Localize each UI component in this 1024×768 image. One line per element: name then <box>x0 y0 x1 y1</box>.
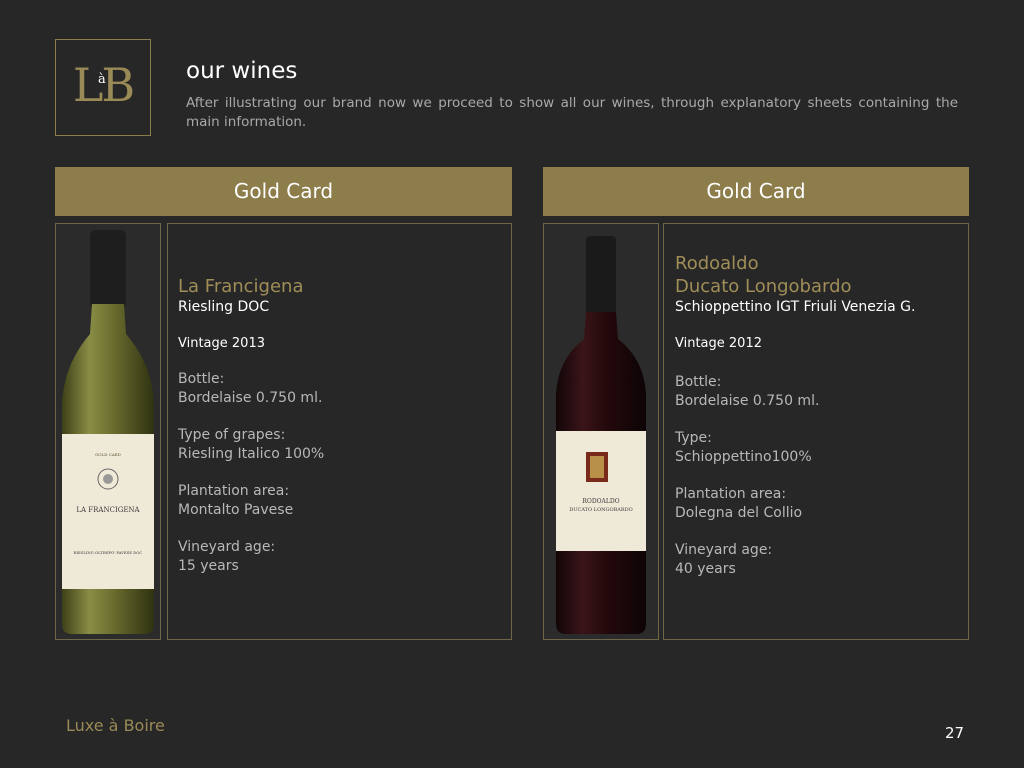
age-label: Vineyard age: <box>178 539 276 555</box>
grapes-label: Type of grapes: <box>178 427 286 443</box>
logo-accent: à <box>98 72 106 87</box>
wine-appellation: Schioppettino IGT Friuli Venezia G. <box>675 299 916 315</box>
bottle-label-name: LA FRANCIGENA <box>76 506 140 514</box>
white-wine-bottle-image: GOLD CARD LA FRANCIGENA RIESLING OLTREPO… <box>62 230 154 634</box>
bottle-label: Bottle: <box>675 374 722 390</box>
wine-appellation: Riesling DOC <box>178 299 270 315</box>
wine-info-1: La Francigena Riesling DOC Vintage 2013 … <box>167 223 512 640</box>
area-value: Montalto Pavese <box>178 502 294 518</box>
grapes-value: Schioppettino100% <box>675 449 812 465</box>
bottle-label-name: RODOALDO <box>582 498 619 505</box>
bottle-label-bottom: RIESLING OLTREPO' PAVESE DOC <box>74 550 143 555</box>
page-title: our wines <box>186 58 298 84</box>
bottle-value: Bordelaise 0.750 ml. <box>178 390 323 406</box>
age-label: Vineyard age: <box>675 542 773 558</box>
card-header-1: Gold Card <box>55 167 512 216</box>
area-label: Plantation area: <box>178 483 290 499</box>
bottle-label-top: GOLD CARD <box>95 452 121 457</box>
wine-name-line-2: Ducato Longobardo <box>675 276 852 297</box>
bottle-image-2: RODOALDO DUCATO LONGOBARDO <box>543 223 659 640</box>
grapes-label: Type: <box>675 430 712 446</box>
grapes-value: Riesling Italico 100% <box>178 446 325 462</box>
footer-brand: Luxe à Boire <box>66 716 165 735</box>
bottle-value: Bordelaise 0.750 ml. <box>675 393 820 409</box>
brand-logo: LB à <box>55 39 151 136</box>
bottle-image-1: GOLD CARD LA FRANCIGENA RIESLING OLTREPO… <box>55 223 161 640</box>
wine-vintage: Vintage 2012 <box>675 336 762 351</box>
area-value: Dolegna del Collio <box>675 505 803 521</box>
area-label: Plantation area: <box>675 486 787 502</box>
red-wine-bottle-image: RODOALDO DUCATO LONGOBARDO <box>556 236 646 634</box>
wine-vintage: Vintage 2013 <box>178 336 265 351</box>
intro-text: After illustrating our brand now we proc… <box>186 95 958 130</box>
age-value: 40 years <box>675 561 736 577</box>
bottle-label: Bottle: <box>178 371 225 387</box>
wine-info-2: Rodoaldo Ducato Longobardo Schioppettino… <box>663 223 969 640</box>
bottle-label-sub: DUCATO LONGOBARDO <box>569 507 632 513</box>
page-number: 27 <box>945 724 965 742</box>
wine-name: Rodoaldo <box>675 253 759 274</box>
wine-name: La Francigena <box>178 276 304 297</box>
age-value: 15 years <box>178 558 239 574</box>
card-header-2: Gold Card <box>543 167 969 216</box>
